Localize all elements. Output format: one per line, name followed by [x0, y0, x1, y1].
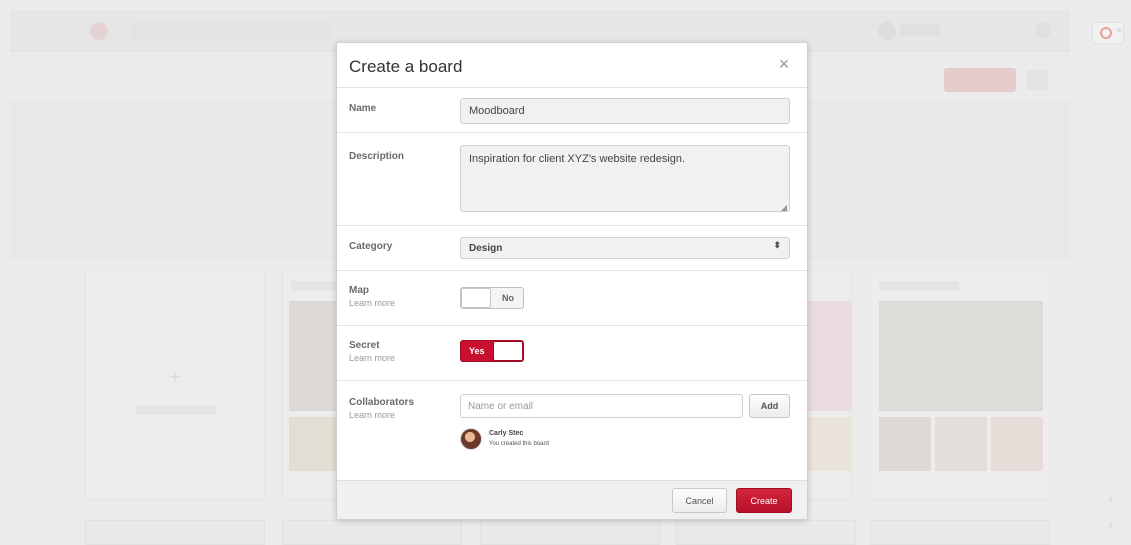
- description-row: Description Inspiration for client XYZ's…: [337, 133, 807, 226]
- secret-toggle-label: Yes: [469, 346, 485, 356]
- create-board-dialog: Create a board × Name Description Inspir…: [336, 42, 808, 520]
- map-row: Map Learn more No: [337, 271, 807, 326]
- cancel-button[interactable]: Cancel: [672, 488, 727, 513]
- secret-learn-more-link[interactable]: Learn more: [349, 353, 395, 363]
- collaborator-name: Carly Stec: [489, 430, 524, 437]
- category-label: Category: [349, 241, 393, 252]
- map-learn-more-link[interactable]: Learn more: [349, 298, 395, 308]
- dialog-footer: Cancel Create: [337, 480, 807, 519]
- board-description-textarea[interactable]: Inspiration for client XYZ's website red…: [460, 145, 790, 212]
- collaborators-label: Collaborators Learn more: [349, 397, 415, 420]
- resize-grip-icon[interactable]: ◢: [781, 203, 787, 212]
- dialog-title: Create a board: [349, 57, 463, 76]
- add-collaborator-button[interactable]: Add: [749, 394, 790, 418]
- category-select[interactable]: Design ⬍: [460, 237, 790, 259]
- category-selected-value: Design: [469, 243, 503, 254]
- map-label: Map Learn more: [349, 285, 396, 308]
- create-button[interactable]: Create: [736, 488, 792, 513]
- secret-label: Secret Learn more: [349, 340, 396, 363]
- avatar: [460, 428, 482, 450]
- collaborators-row: Collaborators Learn more Add Carly Stec …: [337, 381, 807, 479]
- collaborator-note: You created this board: [489, 441, 549, 447]
- select-arrows-icon: ⬍: [773, 240, 781, 250]
- secret-row: Secret Learn more Yes: [337, 326, 807, 381]
- toggle-knob: [493, 341, 523, 361]
- collaborator-input[interactable]: [460, 394, 743, 418]
- map-toggle[interactable]: No: [460, 287, 524, 309]
- collaborators-learn-more-link[interactable]: Learn more: [349, 410, 414, 420]
- description-label: Description: [349, 151, 405, 162]
- category-row: Category Design ⬍: [337, 226, 807, 271]
- map-toggle-label: No: [502, 293, 514, 303]
- name-row: Name: [337, 88, 807, 133]
- name-label: Name: [349, 103, 377, 114]
- secret-toggle[interactable]: Yes: [460, 340, 524, 362]
- close-icon[interactable]: ×: [775, 55, 793, 73]
- board-name-input[interactable]: [460, 98, 790, 124]
- toggle-knob: [461, 288, 491, 308]
- dialog-header: Create a board ×: [337, 43, 807, 88]
